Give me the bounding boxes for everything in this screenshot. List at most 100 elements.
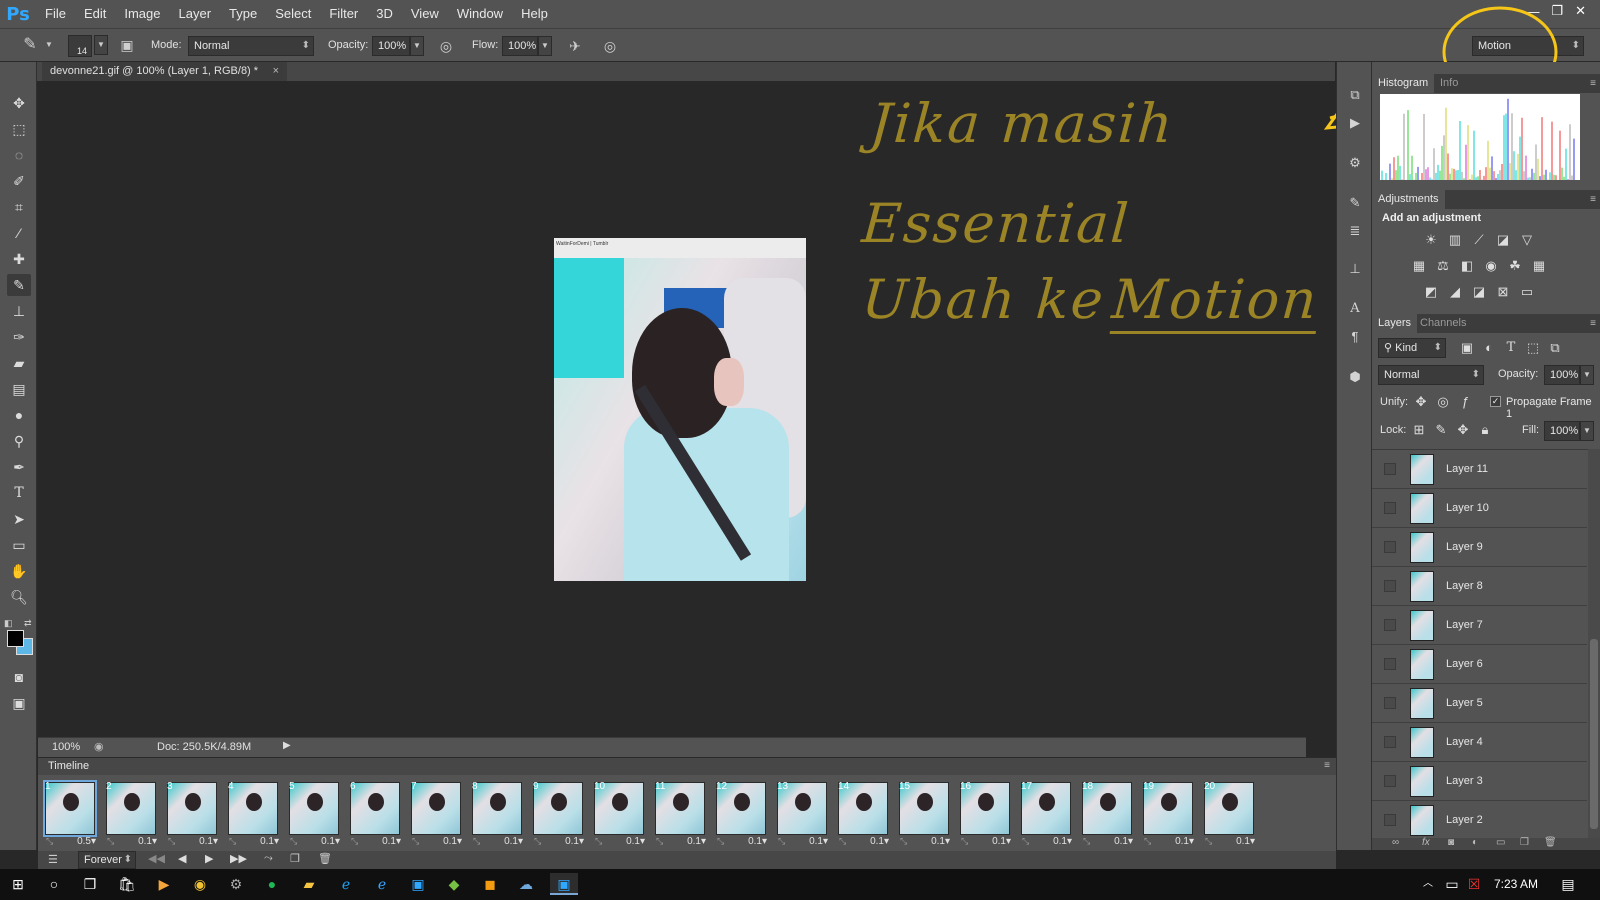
default-colors-icon[interactable]: ◧ bbox=[4, 618, 13, 629]
layers-scroll-thumb[interactable] bbox=[1590, 639, 1598, 829]
layers-menu-icon[interactable]: ≡ bbox=[1590, 314, 1596, 333]
brush-tool-icon[interactable]: ✎ bbox=[7, 274, 31, 296]
menu-select[interactable]: Select bbox=[266, 0, 320, 28]
frame-disposal-icon[interactable]: ⤡ bbox=[1205, 836, 1212, 847]
layer-opacity-dropdown[interactable]: ▼ bbox=[1580, 365, 1594, 385]
timeline-frame[interactable]: 18 ⤡ 0.1▾ bbox=[1079, 777, 1137, 849]
layer-visibility-toggle[interactable] bbox=[1384, 658, 1396, 670]
brightness-contrast-icon[interactable]: ☀ bbox=[1422, 232, 1440, 248]
start-button-icon[interactable]: ⊞ bbox=[6, 873, 30, 895]
unify-position-icon[interactable]: ✥ bbox=[1412, 394, 1430, 410]
lock-transparent-icon[interactable]: ⊞ bbox=[1410, 422, 1428, 438]
tween-icon[interactable]: ⤳ bbox=[264, 852, 273, 865]
edge-icon[interactable]: ℯ bbox=[370, 873, 394, 895]
document-tab[interactable]: devonne21.gif @ 100% (Layer 1, RGB/8) * … bbox=[42, 62, 287, 81]
play-icon[interactable]: ▶ bbox=[205, 852, 213, 865]
color-balance-icon[interactable]: ⚖ bbox=[1434, 258, 1452, 274]
layer-row[interactable]: Layer 6 bbox=[1372, 645, 1587, 684]
frame-delay[interactable]: 0.1▾ bbox=[1114, 836, 1133, 847]
frame-delay[interactable]: 0.1▾ bbox=[504, 836, 523, 847]
layers-scrollbar[interactable] bbox=[1588, 449, 1600, 838]
menu-window[interactable]: Window bbox=[448, 0, 512, 28]
frame-disposal-icon[interactable]: ⤡ bbox=[1144, 836, 1151, 847]
layer-row[interactable]: Layer 3 bbox=[1372, 762, 1587, 801]
link-layers-icon[interactable]: ∞ bbox=[1392, 837, 1399, 848]
timeline-frame[interactable]: 2 ⤡ 0.1▾ bbox=[103, 777, 161, 849]
internet-explorer-icon[interactable]: ℯ bbox=[334, 873, 358, 895]
timeline-frame[interactable]: 10 ⤡ 0.1▾ bbox=[591, 777, 649, 849]
layer-visibility-toggle[interactable] bbox=[1384, 541, 1396, 553]
3d-panel-icon[interactable]: ⬢ bbox=[1343, 366, 1367, 388]
propagate-checkbox[interactable]: ✓ bbox=[1490, 396, 1501, 407]
timeline-frame[interactable]: 5 ⤡ 0.1▾ bbox=[286, 777, 344, 849]
frame-disposal-icon[interactable]: ⤡ bbox=[46, 836, 53, 847]
cortana-icon[interactable]: ○ bbox=[42, 873, 66, 895]
app-orange-icon[interactable]: ◼ bbox=[478, 873, 502, 895]
layer-visibility-toggle[interactable] bbox=[1384, 736, 1396, 748]
filter-pixel-icon[interactable]: ▣ bbox=[1458, 340, 1476, 356]
timeline-frame[interactable]: 4 ⤡ 0.1▾ bbox=[225, 777, 283, 849]
path-select-tool-icon[interactable]: ➤ bbox=[7, 508, 31, 530]
frame-disposal-icon[interactable]: ⤡ bbox=[412, 836, 419, 847]
healing-brush-tool-icon[interactable]: ✚ bbox=[7, 248, 31, 270]
lasso-tool-icon[interactable]: ◌ bbox=[7, 144, 31, 166]
menu-3d[interactable]: 3D bbox=[367, 0, 402, 28]
new-group-icon[interactable]: ▭ bbox=[1496, 837, 1505, 848]
zoom-tool-icon[interactable]: 🔍︎ bbox=[7, 586, 31, 608]
new-layer-icon[interactable]: ❐ bbox=[1520, 837, 1529, 848]
duplicate-frame-icon[interactable]: ❐ bbox=[290, 852, 300, 865]
frame-delay[interactable]: 0.1▾ bbox=[626, 836, 645, 847]
layer-row[interactable]: Layer 9 bbox=[1372, 528, 1587, 567]
delete-frame-icon[interactable]: 🗑︎ bbox=[318, 852, 332, 865]
close-document-icon[interactable]: × bbox=[273, 62, 279, 81]
channel-mixer-icon[interactable]: ☘ bbox=[1506, 258, 1524, 274]
frame-delay[interactable]: 0.1▾ bbox=[992, 836, 1011, 847]
color-lookup-icon[interactable]: ▦ bbox=[1530, 258, 1548, 274]
frame-disposal-icon[interactable]: ⤡ bbox=[1022, 836, 1029, 847]
status-info-icon[interactable]: ◉ bbox=[94, 740, 104, 753]
frame-delay[interactable]: 0.1▾ bbox=[1236, 836, 1255, 847]
crop-tool-icon[interactable]: ⌗ bbox=[7, 196, 31, 218]
frame-disposal-icon[interactable]: ⤡ bbox=[1083, 836, 1090, 847]
timeline-frame[interactable]: 15 ⤡ 0.1▾ bbox=[896, 777, 954, 849]
action-center-icon[interactable]: ▤ bbox=[1556, 873, 1580, 895]
brush-tool-icon[interactable]: ✎ bbox=[20, 35, 40, 55]
brush-presets-icon[interactable]: ≣ bbox=[1343, 220, 1367, 242]
layer-visibility-toggle[interactable] bbox=[1384, 775, 1396, 787]
timeline-frame[interactable]: 11 ⤡ 0.1▾ bbox=[652, 777, 710, 849]
menu-type[interactable]: Type bbox=[220, 0, 266, 28]
frame-delay[interactable]: 0.1▾ bbox=[565, 836, 584, 847]
unify-visibility-icon[interactable]: ◎ bbox=[1434, 394, 1452, 410]
vibrance-icon[interactable]: ▽ bbox=[1518, 232, 1536, 248]
layer-row[interactable]: Layer 2 bbox=[1372, 801, 1587, 838]
frame-disposal-icon[interactable]: ⤡ bbox=[229, 836, 236, 847]
add-mask-icon[interactable]: ◙ bbox=[1448, 837, 1454, 848]
opacity-dropdown[interactable]: ▼ bbox=[410, 36, 424, 56]
quick-mask-icon[interactable]: ◙ bbox=[7, 666, 31, 688]
type-tool-icon[interactable]: T bbox=[7, 482, 31, 504]
frame-disposal-icon[interactable]: ⤡ bbox=[717, 836, 724, 847]
opacity-input[interactable]: 100% bbox=[372, 36, 410, 56]
pressure-size-icon[interactable]: ◎ bbox=[600, 36, 620, 56]
airbrush-icon[interactable]: ✈ bbox=[565, 36, 585, 56]
frame-disposal-icon[interactable]: ⤡ bbox=[839, 836, 846, 847]
photo-filter-icon[interactable]: ◉ bbox=[1482, 258, 1500, 274]
tab-histogram[interactable]: Histogram bbox=[1372, 74, 1435, 93]
timeline-menu-icon[interactable]: ≡ bbox=[1324, 760, 1330, 771]
menu-filter[interactable]: Filter bbox=[320, 0, 367, 28]
timeline-frame[interactable]: 12 ⤡ 0.1▾ bbox=[713, 777, 771, 849]
photoshop-taskbar-icon[interactable]: ▣ bbox=[406, 873, 430, 895]
chrome-icon[interactable]: ◉ bbox=[188, 873, 212, 895]
timeline-frame[interactable]: 6 ⤡ 0.1▾ bbox=[347, 777, 405, 849]
timeline-frame[interactable]: 8 ⤡ 0.1▾ bbox=[469, 777, 527, 849]
tab-channels[interactable]: Channels bbox=[1414, 314, 1472, 333]
layer-row[interactable]: Layer 7 bbox=[1372, 606, 1587, 645]
menu-file[interactable]: File bbox=[36, 0, 75, 28]
menu-edit[interactable]: Edit bbox=[75, 0, 115, 28]
layer-filter-kind[interactable]: ⚲ Kind bbox=[1378, 338, 1446, 358]
filter-type-icon[interactable]: T bbox=[1502, 340, 1520, 356]
zoom-level[interactable]: 100% bbox=[52, 741, 80, 753]
move-tool-icon[interactable]: ✥ bbox=[7, 92, 31, 114]
black-white-icon[interactable]: ◧ bbox=[1458, 258, 1476, 274]
media-player-icon[interactable]: ▶ bbox=[152, 873, 176, 895]
